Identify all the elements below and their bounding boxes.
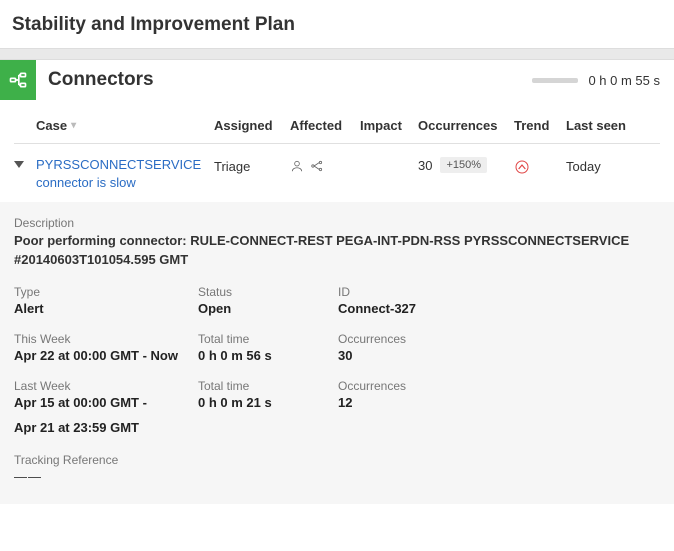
cell-affected: [290, 156, 360, 176]
col-trend[interactable]: Trend: [514, 118, 566, 133]
case-line2: connector is slow: [36, 175, 136, 190]
user-icon: [290, 159, 304, 176]
col-occurrences[interactable]: Occurrences: [418, 118, 514, 133]
tracking-label: Tracking Reference: [14, 453, 660, 467]
time-bar: [532, 78, 578, 83]
col-assigned-label: Assigned: [214, 118, 273, 133]
lastweek-label: Last Week: [14, 379, 198, 393]
cases-table: Case ▾ Assigned Affected Impact Occurren…: [14, 100, 660, 202]
desc-value: Poor performing connector: RULE-CONNECT-…: [14, 232, 660, 268]
filter-icon[interactable]: ▾: [71, 120, 76, 131]
section-time: 0 h 0 m 55 s: [588, 73, 660, 88]
cell-impact: [360, 156, 418, 159]
col-affected[interactable]: Affected: [290, 118, 360, 133]
status-value: Open: [198, 301, 338, 316]
tw-total-value: 0 h 0 m 56 s: [198, 348, 338, 363]
col-lastseen[interactable]: Last seen: [566, 118, 636, 133]
thisweek-value: Apr 22 at 00:00 GMT - Now: [14, 348, 198, 363]
cell-lastseen: Today: [566, 156, 636, 174]
cell-assigned: Triage: [214, 156, 290, 174]
type-label: Type: [14, 285, 198, 299]
expand-toggle[interactable]: [14, 156, 36, 174]
col-assigned[interactable]: Assigned: [214, 118, 290, 133]
section-title: Connectors: [48, 69, 532, 91]
table-header: Case ▾ Assigned Affected Impact Occurren…: [14, 100, 660, 144]
page-title: Stability and Improvement Plan: [0, 0, 674, 48]
divider-bar: [0, 48, 674, 60]
desc-label: Description: [14, 216, 660, 230]
status-label: Status: [198, 285, 338, 299]
tw-occ-label: Occurrences: [338, 332, 538, 346]
table-row: PYRSSCONNECTSERVICE connector is slow Tr…: [14, 144, 660, 202]
col-case[interactable]: Case ▾: [36, 118, 214, 133]
section-header: Connectors 0 h 0 m 55 s: [0, 60, 674, 100]
case-details: Description Poor performing connector: R…: [0, 202, 674, 503]
col-impact[interactable]: Impact: [360, 118, 418, 133]
type-value: Alert: [14, 301, 198, 316]
occurrences-value: 30: [418, 158, 432, 173]
trend-up-icon: [514, 163, 530, 178]
lw-occ-label: Occurrences: [338, 379, 538, 393]
lw-total-label: Total time: [198, 379, 338, 393]
case-line1: PYRSSCONNECTSERVICE: [36, 157, 201, 172]
nodes-icon: [310, 159, 324, 176]
tw-occ-value: 30: [338, 348, 538, 363]
trend-badge: +150%: [440, 157, 487, 173]
lw-occ-value: 12: [338, 395, 538, 410]
id-value: Connect-327: [338, 301, 538, 316]
lw-total-value: 0 h 0 m 21 s: [198, 395, 338, 410]
col-case-label: Case: [36, 118, 67, 133]
id-label: ID: [338, 285, 538, 299]
lastweek-end: Apr 21 at 23:59 GMT: [14, 420, 660, 435]
case-link[interactable]: PYRSSCONNECTSERVICE connector is slow: [36, 156, 201, 192]
lastweek-value: Apr 15 at 00:00 GMT -: [14, 395, 198, 410]
cell-occurrences: 30 +150%: [418, 156, 514, 173]
tw-total-label: Total time: [198, 332, 338, 346]
connectors-icon: [0, 60, 36, 100]
cell-trend: [514, 156, 566, 178]
thisweek-label: This Week: [14, 332, 198, 346]
tracking-value: ——: [14, 469, 660, 484]
time-strip: 0 h 0 m 55 s: [532, 73, 674, 88]
